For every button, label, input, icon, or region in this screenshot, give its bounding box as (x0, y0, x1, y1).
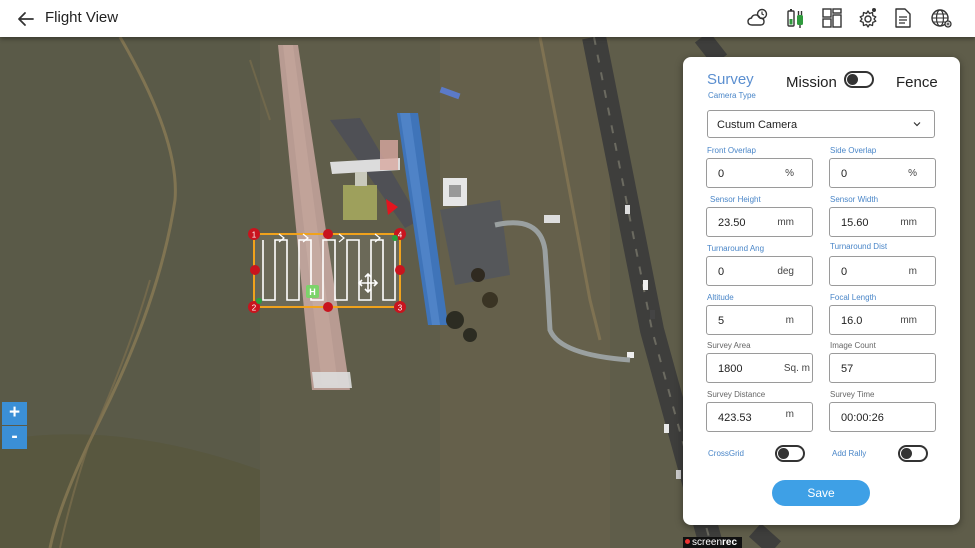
survey-time-value: 00:00:26 (841, 412, 884, 424)
globe-network-icon[interactable] (929, 6, 953, 30)
add-rally-label: Add Rally (832, 449, 867, 458)
survey-time-label: Survey Time (830, 390, 875, 399)
settings-gear-icon[interactable] (856, 6, 880, 30)
survey-area-field: 1800 Sq. m (706, 353, 813, 383)
survey-time-field: 00:00:26 (829, 402, 936, 432)
turnaround-ang-value: 0 (718, 266, 725, 278)
altitude-input[interactable]: 5 m (706, 305, 813, 335)
home-marker[interactable]: H (306, 285, 319, 298)
turnaround-ang-unit: deg (777, 266, 794, 277)
watermark-suffix: rec (722, 537, 738, 548)
add-rally-toggle[interactable] (898, 445, 928, 462)
page-title: Flight View (45, 9, 119, 26)
side-overlap-input[interactable]: 0 % (829, 158, 936, 188)
top-bar: Flight View (0, 0, 975, 37)
crossgrid-label: CrossGrid (708, 449, 745, 458)
camera-type-label: Camera Type (708, 91, 756, 100)
sensor-height-input[interactable]: 23.50 mm (706, 207, 813, 237)
record-dot-icon (685, 539, 690, 544)
sensor-width-value: 15.60 (841, 217, 869, 229)
image-count-label: Image Count (830, 341, 876, 350)
front-overlap-unit: % (785, 168, 794, 179)
sensor-width-unit: mm (900, 217, 917, 228)
focal-length-unit: mm (900, 315, 917, 326)
waypoint-marker[interactable]: 1 (248, 228, 260, 240)
back-arrow-icon[interactable] (14, 7, 38, 31)
focal-length-value: 16.0 (841, 315, 863, 327)
survey-distance-field: 423.53 m (706, 402, 813, 432)
save-button[interactable]: Save (772, 480, 870, 506)
altitude-value: 5 (718, 315, 725, 327)
survey-distance-unit: m (785, 409, 794, 420)
side-overlap-value: 0 (841, 168, 848, 180)
turnaround-ang-input[interactable]: 0 deg (706, 256, 813, 286)
survey-area-value: 1800 (718, 363, 743, 375)
survey-panel: Survey Mission Fence Camera Type Custum … (683, 57, 960, 525)
side-overlap-label: Side Overlap (830, 146, 877, 155)
waypoint-marker[interactable]: 3 (394, 301, 406, 313)
survey-distance-label: Survey Distance (707, 390, 766, 399)
waypoint-label: 4 (398, 231, 403, 240)
turnaround-ang-label: Turnaround Ang (707, 244, 765, 253)
home-label: H (309, 287, 316, 297)
weather-cloud-icon[interactable] (746, 6, 770, 30)
image-count-value: 57 (841, 363, 854, 375)
altitude-label: Altitude (707, 293, 734, 302)
image-count-field: 57 (829, 353, 936, 383)
camera-type-select[interactable]: Custum Camera (707, 110, 935, 138)
sensor-width-input[interactable]: 15.60 mm (829, 207, 936, 237)
altitude-unit: m (785, 315, 794, 326)
front-overlap-input[interactable]: 0 % (706, 158, 813, 188)
turnaround-dist-unit: m (908, 266, 917, 277)
turnaround-dist-value: 0 (841, 266, 848, 278)
zoom-in-button[interactable]: + (2, 402, 27, 425)
turnaround-dist-input[interactable]: 0 m (829, 256, 936, 286)
survey-area-unit: Sq. m (783, 363, 810, 374)
tab-survey[interactable]: Survey (707, 71, 754, 88)
turnaround-dist-label: Turnaround Dist (830, 242, 888, 251)
mission-fence-toggle[interactable] (844, 71, 874, 88)
sensor-height-value: 23.50 (718, 217, 746, 229)
screenrec-watermark: screenrec (683, 537, 743, 548)
survey-distance-value: 423.53 (718, 412, 752, 424)
side-overlap-unit: % (908, 168, 917, 179)
watermark-prefix: screen (692, 537, 723, 548)
front-overlap-value: 0 (718, 168, 725, 180)
survey-area-label: Survey Area (707, 341, 751, 350)
battery-plug-icon[interactable] (784, 6, 808, 30)
chevron-down-icon (913, 122, 921, 127)
front-overlap-label: Front Overlap (707, 146, 756, 155)
camera-type-value: Custum Camera (717, 119, 798, 131)
sensor-height-unit: mm (777, 217, 794, 228)
focal-length-input[interactable]: 16.0 mm (829, 305, 936, 335)
waypoint-label: 3 (398, 304, 403, 313)
waypoint-label: 2 (252, 304, 257, 313)
sensor-height-label: Sensor Height (710, 195, 761, 204)
tab-mission[interactable]: Mission (786, 74, 837, 91)
tab-fence[interactable]: Fence (896, 74, 938, 91)
zoom-out-button[interactable]: - (2, 426, 27, 449)
document-icon[interactable] (891, 6, 915, 30)
focal-length-label: Focal Length (830, 293, 877, 302)
sensor-width-label: Sensor Width (830, 195, 879, 204)
dashboard-layout-icon[interactable] (820, 6, 844, 30)
waypoint-label: 1 (252, 231, 257, 240)
crossgrid-toggle[interactable] (775, 445, 805, 462)
